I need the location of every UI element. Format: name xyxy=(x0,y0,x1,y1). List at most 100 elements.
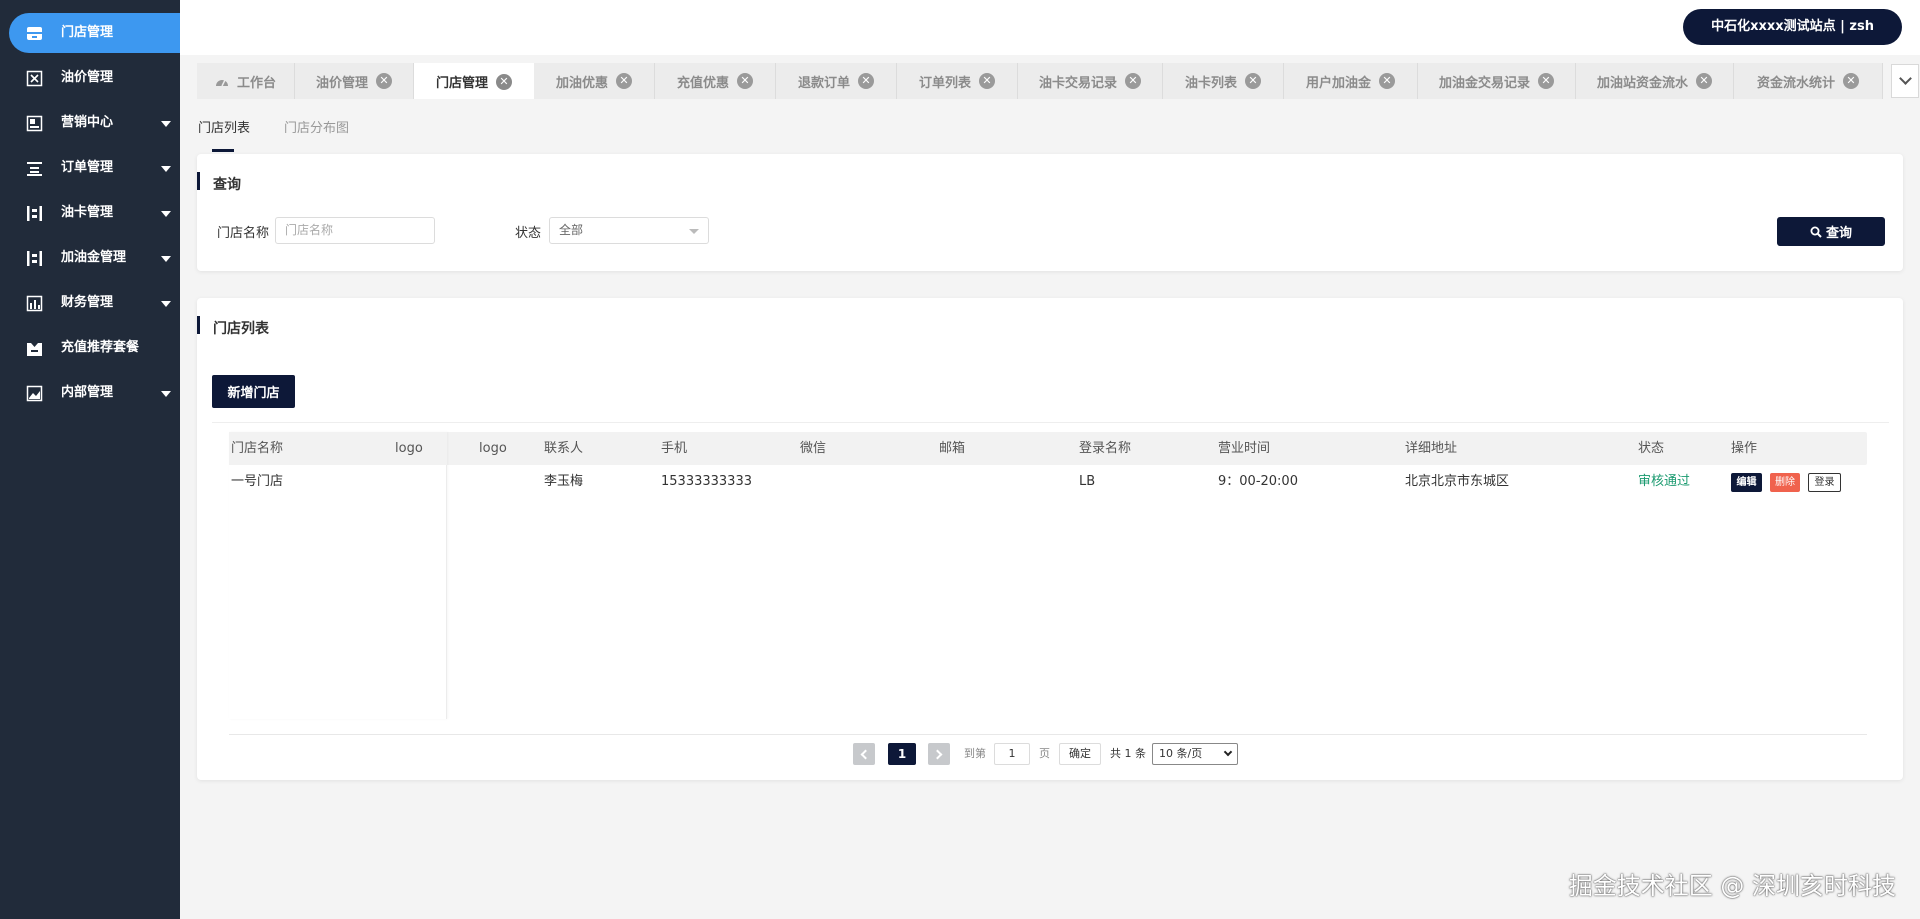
chevron-left-icon xyxy=(860,749,871,759)
list-title: 门店列表 xyxy=(197,316,269,338)
tab-card-transactions[interactable]: 油卡交易记录 ✕ xyxy=(1018,63,1163,99)
fuel-gold-icon xyxy=(27,251,42,266)
login-button[interactable]: 登录 xyxy=(1808,473,1841,492)
sidebar-item-cards[interactable]: 油卡管理 xyxy=(0,193,180,233)
status-label: 状态 xyxy=(515,226,542,241)
chevron-down-icon xyxy=(161,211,171,217)
sub-tabs: 门店列表 门店分布图 xyxy=(197,105,1897,153)
close-icon[interactable]: ✕ xyxy=(496,73,512,90)
next-page-button[interactable] xyxy=(928,743,950,765)
chevron-down-icon xyxy=(689,229,699,234)
prev-page-button[interactable] xyxy=(853,743,875,765)
price-icon xyxy=(26,70,43,87)
table-bottom-border xyxy=(229,734,1867,735)
page-number-current[interactable]: 1 xyxy=(888,743,916,765)
cell-login: LB xyxy=(1079,474,1096,489)
tab-cashflow-stats[interactable]: 资金流水统计 ✕ xyxy=(1734,63,1883,99)
store-name-input[interactable]: 门店名称 xyxy=(275,217,435,244)
chevron-down-icon xyxy=(1223,747,1233,757)
top-header: 中石化xxxx测试站点 | zsh xyxy=(180,0,1920,55)
close-icon[interactable]: ✕ xyxy=(616,73,632,89)
column-header-status: 状态 xyxy=(1638,441,1665,456)
store-list-card: 门店列表 新增门店 logo 联系人 手机 微信 邮箱 登录名称 营业时间 详细… xyxy=(197,298,1903,780)
tab-workbench[interactable]: 工作台 xyxy=(197,63,295,99)
marketing-icon xyxy=(26,115,43,132)
search-icon xyxy=(1810,226,1822,238)
sidebar-item-package[interactable]: 充值推荐套餐 xyxy=(0,328,180,368)
tab-order-list[interactable]: 订单列表 ✕ xyxy=(897,63,1018,99)
tab-card-list[interactable]: 油卡列表 ✕ xyxy=(1163,63,1284,99)
tab-station-cashflow[interactable]: 加油站资金流水 ✕ xyxy=(1576,63,1734,99)
tab-fuel-discount[interactable]: 加油优惠 ✕ xyxy=(534,63,655,99)
chevron-down-icon xyxy=(1898,72,1912,85)
column-header-email: 邮箱 xyxy=(939,441,966,456)
close-icon[interactable]: ✕ xyxy=(1538,73,1554,89)
subtab-active-indicator xyxy=(212,149,234,152)
goto-page-input[interactable]: 1 xyxy=(994,743,1030,765)
sidebar-item-marketing[interactable]: 营销中心 xyxy=(0,103,180,143)
close-icon[interactable]: ✕ xyxy=(979,73,995,89)
column-header-login: 登录名称 xyxy=(1079,441,1132,456)
edit-button[interactable]: 编辑 xyxy=(1731,473,1762,492)
search-button[interactable]: 查询 xyxy=(1777,217,1885,246)
cell-status: 审核通过 xyxy=(1638,474,1691,489)
close-icon[interactable]: ✕ xyxy=(1696,73,1712,89)
close-icon[interactable]: ✕ xyxy=(376,73,392,89)
close-icon[interactable]: ✕ xyxy=(1125,73,1141,89)
chevron-down-icon xyxy=(161,256,171,262)
tab-price[interactable]: 油价管理 ✕ xyxy=(295,63,414,99)
close-icon[interactable]: ✕ xyxy=(737,73,753,89)
chevron-down-icon xyxy=(161,166,171,172)
divider xyxy=(212,422,1889,423)
goto-prefix: 到第 xyxy=(964,747,986,760)
close-icon[interactable]: ✕ xyxy=(858,73,874,89)
dashboard-icon xyxy=(215,79,228,87)
order-icon xyxy=(27,162,42,176)
close-icon[interactable]: ✕ xyxy=(1245,73,1261,89)
close-icon[interactable]: ✕ xyxy=(1379,73,1395,89)
cell-store-name: 一号门店 xyxy=(231,474,284,489)
add-store-button[interactable]: 新增门店 xyxy=(212,375,295,408)
page-size-select[interactable]: 10 条/页 xyxy=(1152,743,1238,765)
delete-button[interactable]: 删除 xyxy=(1770,473,1800,492)
cell-address: 北京北京市东城区 xyxy=(1405,474,1510,489)
sidebar-item-internal[interactable]: 内部管理 xyxy=(0,373,180,413)
column-header-hours: 营业时间 xyxy=(1218,441,1271,456)
subtab-store-map[interactable]: 门店分布图 xyxy=(284,117,349,136)
table-row: 一号门店 李玉梅 15333333333 LB 9：00-20:00 北京北京市… xyxy=(229,465,1867,499)
sidebar-item-finance[interactable]: 财务管理 xyxy=(0,283,180,323)
column-header-phone: 手机 xyxy=(661,441,688,456)
cell-phone: 15333333333 xyxy=(661,474,752,489)
query-title: 查询 xyxy=(197,172,241,194)
sidebar-item-fuel-gold[interactable]: 加油金管理 xyxy=(0,238,180,278)
column-header-logo-scrolled: logo xyxy=(479,441,507,456)
tabs-more-button[interactable] xyxy=(1891,64,1919,98)
tab-fuel-gold-transactions[interactable]: 加油金交易记录 ✕ xyxy=(1418,63,1576,99)
status-select[interactable]: 全部 xyxy=(549,217,709,244)
total-count: 共 1 条 xyxy=(1110,747,1146,760)
tab-store[interactable]: 门店管理 ✕ xyxy=(414,63,534,99)
query-card: 查询 门店名称 门店名称 状态 全部 查询 xyxy=(197,154,1903,271)
sidebar-item-orders[interactable]: 订单管理 xyxy=(0,148,180,188)
fixed-column-header: 门店名称 logo xyxy=(229,432,447,465)
column-header-logo: logo xyxy=(395,441,423,456)
tab-user-fuel-gold[interactable]: 用户加油金 ✕ xyxy=(1284,63,1418,99)
column-header-contact: 联系人 xyxy=(544,441,584,456)
chevron-right-icon xyxy=(932,749,943,759)
tab-refund-orders[interactable]: 退款订单 ✕ xyxy=(776,63,897,99)
chevron-down-icon xyxy=(161,121,171,127)
tab-recharge-discount[interactable]: 充值优惠 ✕ xyxy=(655,63,776,99)
user-site-button[interactable]: 中石化xxxx测试站点 | zsh xyxy=(1683,9,1902,45)
sidebar-item-store[interactable]: 门店管理 xyxy=(9,13,180,53)
close-icon[interactable]: ✕ xyxy=(1843,73,1859,89)
goto-confirm-button[interactable]: 确定 xyxy=(1059,743,1101,765)
cell-contact: 李玉梅 xyxy=(544,474,584,489)
finance-icon xyxy=(26,295,43,312)
sidebar: 门店管理 油价管理 营销中心 订单管理 油卡管理 加油金管理 财务管理 充值推荐… xyxy=(0,0,180,919)
package-icon xyxy=(27,343,42,356)
store-icon xyxy=(27,27,42,40)
card-icon xyxy=(27,206,42,221)
chevron-down-icon xyxy=(161,301,171,307)
subtab-store-list[interactable]: 门店列表 xyxy=(198,117,250,136)
sidebar-item-price[interactable]: 油价管理 xyxy=(0,58,180,98)
